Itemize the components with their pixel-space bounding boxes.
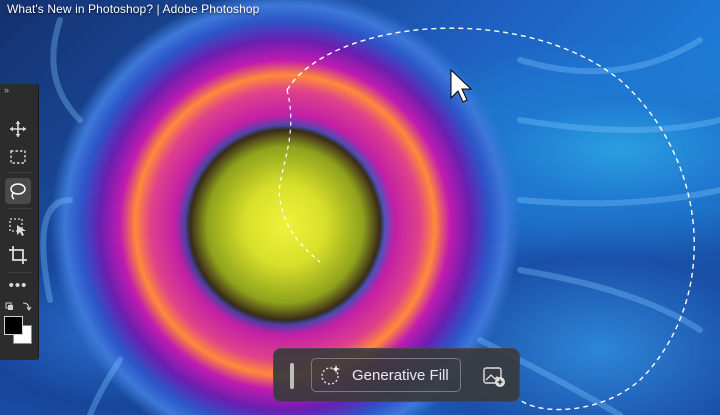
more-icon: ••• [8, 276, 28, 294]
move-icon [10, 121, 26, 137]
tools-panel: » ••• [0, 84, 39, 360]
add-image-icon[interactable] [482, 364, 506, 388]
generative-fill-label: Generative Fill [352, 366, 449, 384]
swap-colors-icon[interactable] [3, 300, 33, 314]
marquee-tool[interactable] [5, 144, 31, 170]
lasso-icon [10, 183, 26, 200]
generative-fill-button[interactable]: Generative Fill [311, 358, 461, 392]
object-select-icon [9, 218, 26, 236]
move-tool[interactable] [5, 116, 31, 142]
tool-divider [6, 208, 32, 209]
crop-icon [9, 246, 27, 264]
collapse-panel-icon[interactable]: » [4, 85, 9, 95]
foreground-color-swatch[interactable] [4, 316, 23, 335]
crop-tool[interactable] [5, 242, 31, 268]
contextual-task-bar: Generative Fill [273, 348, 520, 402]
more-tools[interactable]: ••• [5, 272, 31, 298]
rect-marquee-icon [10, 150, 26, 164]
object-selection-tool[interactable] [5, 214, 31, 240]
photoshop-canvas[interactable]: What's New in Photoshop? | Adobe Photosh… [0, 0, 720, 415]
generative-fill-sparkle-icon [321, 365, 340, 385]
lasso-tool[interactable] [5, 178, 31, 204]
video-title: What's New in Photoshop? | Adobe Photosh… [7, 2, 260, 16]
tool-divider [6, 172, 32, 173]
drag-handle-icon[interactable] [290, 363, 294, 389]
